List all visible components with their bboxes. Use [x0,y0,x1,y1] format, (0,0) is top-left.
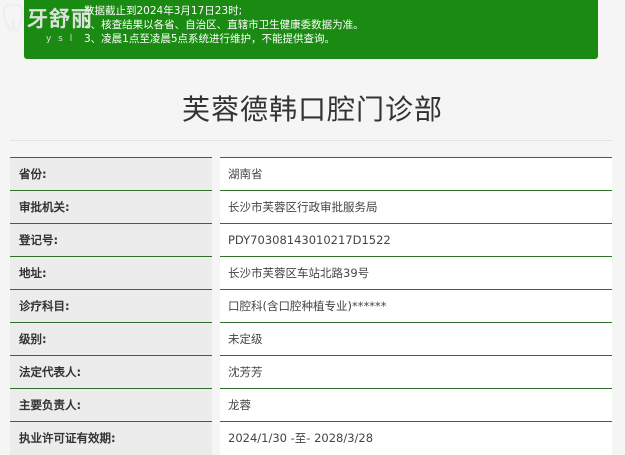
row-value: PDY70308143010217D1522 [212,223,612,257]
logo-subtext: y s l [46,34,75,44]
table-row: 主要负责人: 龙蓉 [10,388,612,422]
notice-line-3: 3、凌晨1点至凌晨5点系统进行维护，不能提供查询。 [84,33,336,45]
row-value: 沈芳芳 [212,355,612,389]
tooth-icon [2,3,24,33]
row-label: 法定代表人: [10,355,216,389]
table-row: 级别: 未定级 [10,322,612,356]
row-value: 湖南省 [212,157,612,191]
row-value: 口腔科(含口腔种植专业)****** [212,289,612,323]
table-row: 审批机关: 长沙市芙蓉区行政审批服务局 [10,190,612,224]
logo-text: 牙舒丽 [27,6,93,31]
row-label: 主要负责人: [10,388,216,422]
row-label: 审批机关: [10,190,216,224]
row-value: 未定级 [212,322,612,356]
table-row: 登记号: PDY70308143010217D1522 [10,223,612,257]
table-row: 地址: 长沙市芙蓉区车站北路39号 [10,256,612,290]
row-label: 登记号: [10,223,216,257]
page: 数据截止到2024年3月17日23时; 2、核查结果以各省、自治区、直辖市卫生健… [0,0,625,455]
table-row: 执业许可证有效期: 2024/1/30 -至- 2028/3/28 [10,421,612,455]
row-label: 省份: [10,157,216,191]
page-title: 芙蓉德韩口腔门诊部 [181,93,443,126]
table-row: 省份: 湖南省 [10,157,612,191]
table-row: 法定代表人: 沈芳芳 [10,355,612,389]
site-logo[interactable]: 牙舒丽 [2,2,93,34]
row-label: 级别: [10,322,216,356]
row-value: 2024/1/30 -至- 2028/3/28 [212,421,612,455]
notice-banner: 数据截止到2024年3月17日23时; 2、核查结果以各省、自治区、直辖市卫生健… [24,0,598,59]
notice-line-2: 2、核查结果以各省、自治区、直辖市卫生健康委数据为准。 [84,19,364,31]
row-label: 执业许可证有效期: [10,421,216,455]
row-value: 龙蓉 [212,388,612,422]
row-label: 诊疗科目: [10,289,216,323]
row-label: 地址: [10,256,216,290]
row-value: 长沙市芙蓉区行政审批服务局 [212,190,612,224]
title-divider [10,140,612,141]
notice-line-1: 数据截止到2024年3月17日23时; [84,5,243,17]
table-row: 诊疗科目: 口腔科(含口腔种植专业)****** [10,289,612,323]
details-table: 省份: 湖南省 审批机关: 长沙市芙蓉区行政审批服务局 登记号: PDY7030… [10,157,612,455]
row-value: 长沙市芙蓉区车站北路39号 [212,256,612,290]
